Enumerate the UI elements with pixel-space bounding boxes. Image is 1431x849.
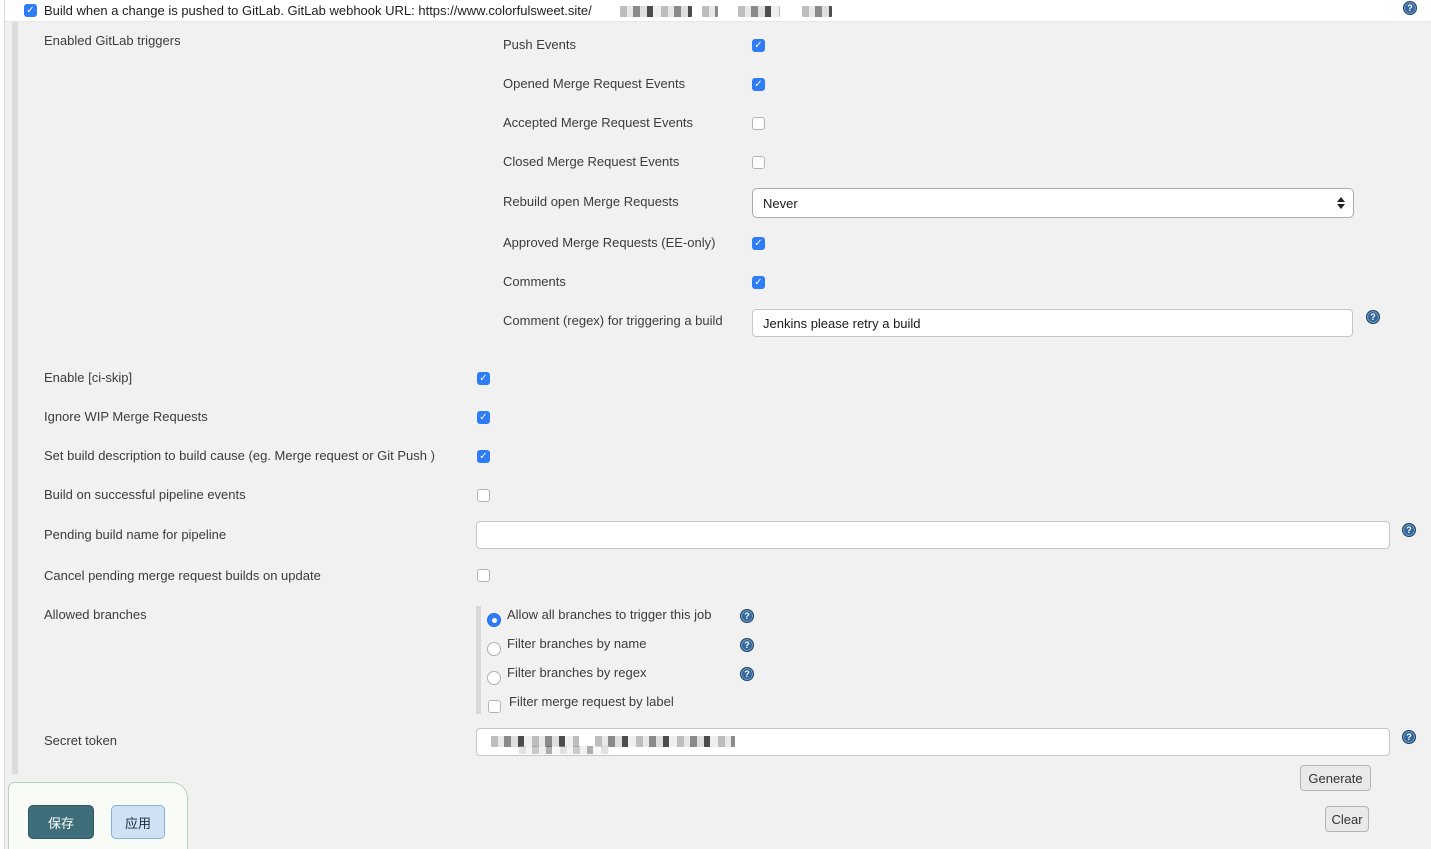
- webhook-url-redaction: [620, 6, 692, 17]
- radio-filter-branches-by-name-label: Filter branches by name: [507, 636, 646, 652]
- trigger-push-events-label: Push Events: [503, 37, 576, 53]
- comment-regex-label: Comment (regex) for triggering a build: [503, 313, 723, 329]
- pending-build-name-input[interactable]: [476, 521, 1390, 549]
- ignore-wip-mr-label: Ignore WIP Merge Requests: [44, 409, 208, 425]
- build-when-pushed-checkbox[interactable]: [24, 4, 37, 17]
- help-icon-pending-build[interactable]: [1402, 523, 1416, 537]
- enabled-triggers-label: Enabled GitLab triggers: [44, 33, 181, 49]
- enable-ci-skip-checkbox[interactable]: [477, 372, 490, 385]
- rebuild-open-mr-selected-value: Never: [763, 196, 798, 211]
- radio-allow-all-branches[interactable]: [487, 613, 501, 627]
- secret-token-redaction: [519, 746, 609, 754]
- radio-filter-branches-by-regex[interactable]: [487, 671, 501, 685]
- comment-regex-input[interactable]: [752, 309, 1353, 337]
- trigger-accepted-mr-label: Accepted Merge Request Events: [503, 115, 693, 131]
- clear-button[interactable]: Clear: [1325, 806, 1369, 832]
- filter-mr-by-label-label: Filter merge request by label: [509, 694, 674, 710]
- trigger-closed-mr-checkbox[interactable]: [752, 156, 765, 169]
- help-icon-build-trigger[interactable]: [1403, 1, 1417, 15]
- radio-filter-branches-by-regex-label: Filter branches by regex: [507, 665, 646, 681]
- approved-mr-checkbox[interactable]: [752, 237, 765, 250]
- save-apply-panel: 保存 应用: [8, 782, 188, 849]
- pending-build-name-label: Pending build name for pipeline: [44, 527, 226, 543]
- save-button[interactable]: 保存: [28, 805, 94, 839]
- ignore-wip-mr-checkbox[interactable]: [477, 411, 490, 424]
- secret-token-redaction: [595, 736, 735, 747]
- help-icon-filter-by-regex[interactable]: [740, 667, 754, 681]
- build-on-pipeline-label: Build on successful pipeline events: [44, 487, 246, 503]
- generate-button[interactable]: Generate: [1300, 765, 1371, 791]
- rebuild-open-mr-select[interactable]: Never: [752, 188, 1354, 218]
- section-drag-bar: [12, 22, 18, 774]
- build-trigger-header: Build when a change is pushed to GitLab.…: [0, 0, 1431, 22]
- comments-label: Comments: [503, 274, 566, 290]
- trigger-opened-mr-checkbox[interactable]: [752, 78, 765, 91]
- filter-mr-by-label-checkbox[interactable]: [488, 700, 501, 713]
- webhook-url-redaction: [738, 6, 780, 17]
- set-build-description-label: Set build description to build cause (eg…: [44, 448, 435, 464]
- cancel-pending-checkbox[interactable]: [477, 569, 490, 582]
- trigger-accepted-mr-checkbox[interactable]: [752, 117, 765, 130]
- help-icon-allow-all-branches[interactable]: [740, 609, 754, 623]
- trigger-closed-mr-label: Closed Merge Request Events: [503, 154, 679, 170]
- trigger-push-events-checkbox[interactable]: [752, 39, 765, 52]
- radio-filter-branches-by-name[interactable]: [487, 642, 501, 656]
- set-build-description-checkbox[interactable]: [477, 450, 490, 463]
- page-left-margin: [0, 0, 5, 849]
- enable-ci-skip-label: Enable [ci-skip]: [44, 370, 132, 386]
- secret-token-label: Secret token: [44, 733, 117, 749]
- approved-mr-label: Approved Merge Requests (EE-only): [503, 235, 715, 251]
- allowed-branches-label: Allowed branches: [44, 607, 147, 623]
- webhook-url-redaction: [702, 6, 718, 17]
- allowed-branches-group-bar: [476, 606, 481, 714]
- help-icon-comment-regex[interactable]: [1366, 310, 1380, 324]
- trigger-opened-mr-label: Opened Merge Request Events: [503, 76, 685, 92]
- rebuild-open-mr-label: Rebuild open Merge Requests: [503, 194, 679, 210]
- build-when-pushed-label: Build when a change is pushed to GitLab.…: [44, 3, 592, 19]
- gitlab-trigger-config-page: Build when a change is pushed to GitLab.…: [0, 0, 1431, 849]
- select-stepper-icon: [1337, 197, 1345, 209]
- build-on-pipeline-checkbox[interactable]: [477, 489, 490, 502]
- cancel-pending-label: Cancel pending merge request builds on u…: [44, 568, 321, 584]
- webhook-url-redaction: [802, 6, 832, 17]
- apply-button[interactable]: 应用: [111, 805, 165, 839]
- comments-checkbox[interactable]: [752, 276, 765, 289]
- secret-token-input[interactable]: [476, 728, 1390, 756]
- help-icon-secret-token[interactable]: [1402, 730, 1416, 744]
- help-icon-filter-by-name[interactable]: [740, 638, 754, 652]
- radio-allow-all-branches-label: Allow all branches to trigger this job: [507, 607, 712, 623]
